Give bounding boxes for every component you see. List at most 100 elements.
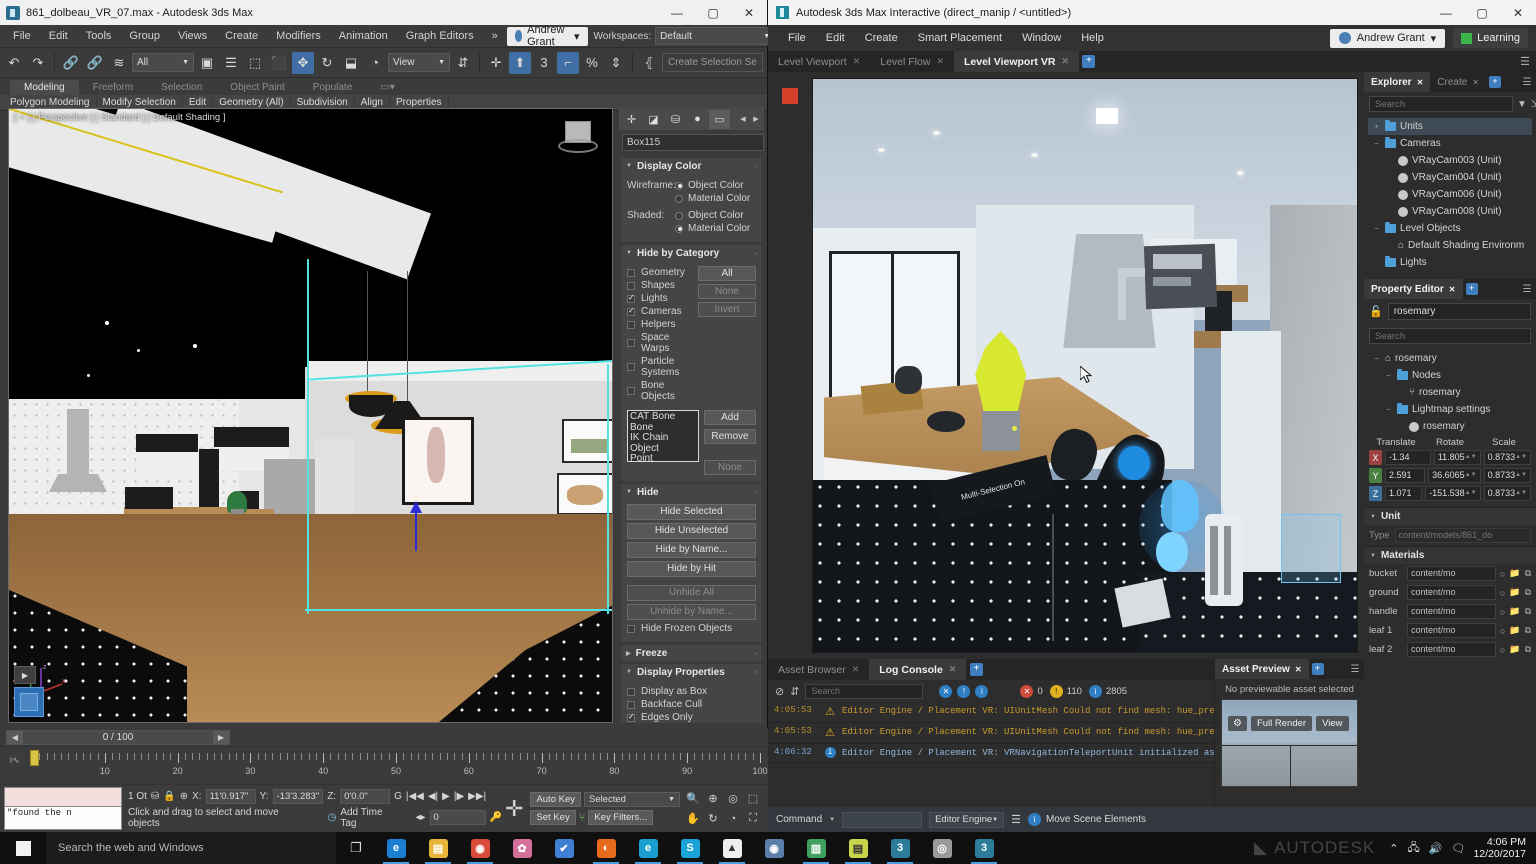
chk-lights[interactable]: [627, 293, 635, 303]
select-and-scale-icon[interactable]: ⬓: [340, 52, 362, 74]
button-unhide-by-name[interactable]: Unhide by Name...: [627, 604, 756, 620]
property-search-input[interactable]: [1369, 328, 1531, 344]
named-selection-icon[interactable]: ⇕: [605, 52, 627, 74]
spinner-icon[interactable]: ▲▼: [1515, 490, 1527, 496]
rollout-header-display-properties[interactable]: ▼ Display Properties ▫: [621, 664, 762, 680]
menu-modifiers[interactable]: Modifiers: [267, 25, 330, 48]
engine-select[interactable]: Editor Engine ▼: [929, 811, 1005, 828]
create-selection-set-field[interactable]: Create Selection Se: [662, 53, 763, 72]
prev-frame-icon[interactable]: ◀: [7, 730, 23, 744]
y-coordinate-field[interactable]: -13'3.283": [272, 788, 324, 804]
bind-spacewarp-icon[interactable]: ≋: [108, 52, 130, 74]
maxscript-input[interactable]: [4, 787, 122, 807]
close-icon[interactable]: ✕: [853, 56, 861, 67]
close-icon[interactable]: ✕: [949, 664, 957, 675]
clear-log-icon[interactable]: ⊘: [775, 685, 784, 698]
chk-display-as-box[interactable]: [627, 687, 635, 696]
list-icon[interactable]: ☰: [1011, 813, 1021, 826]
add-panel-button[interactable]: +: [1463, 279, 1481, 299]
shaded-material-color-radio[interactable]: [675, 224, 683, 233]
menu-animation[interactable]: Animation: [330, 25, 397, 48]
spinner-icon[interactable]: ▲▼: [1465, 490, 1477, 496]
display-tab-icon[interactable]: ▭: [709, 109, 730, 129]
open-external-icon[interactable]: ⧉: [1525, 644, 1531, 655]
tree-item[interactable]: Lights: [1368, 254, 1532, 271]
menu-file[interactable]: File: [4, 25, 40, 48]
key-filters-button[interactable]: Key Filters...: [588, 810, 654, 825]
unit-type-value[interactable]: content/models/861_do: [1394, 528, 1531, 543]
add-panel-button[interactable]: +: [1486, 72, 1504, 92]
button-unhide-all[interactable]: Unhide All: [627, 585, 756, 601]
add-tab-button[interactable]: +: [1078, 51, 1099, 72]
translate-x-field[interactable]: -1.34: [1385, 450, 1431, 465]
menu-edit[interactable]: Edit: [816, 25, 855, 51]
selection-lock-icon[interactable]: ⛁: [151, 791, 159, 802]
menu-edit[interactable]: Edit: [40, 25, 77, 48]
taskbar-app-skype[interactable]: S: [670, 832, 710, 864]
pin-icon[interactable]: ▫: [754, 249, 757, 258]
explorer-menu-icon[interactable]: ☰: [1518, 72, 1536, 92]
browse-folder-icon[interactable]: 📁: [1509, 644, 1520, 655]
close-button[interactable]: ✕: [731, 0, 767, 25]
tree-expander-icon[interactable]: −: [1384, 371, 1393, 380]
tree-expander-icon[interactable]: −: [1372, 354, 1381, 363]
taskbar-app-app-check[interactable]: ✔: [544, 832, 584, 864]
chk-cameras[interactable]: [627, 306, 635, 316]
close-button[interactable]: ✕: [1500, 0, 1536, 25]
log-search-input[interactable]: [805, 683, 924, 699]
rotate-z-field[interactable]: -151.538 ▲▼: [1425, 486, 1481, 501]
property-tree-item[interactable]: ⑂ rosemary: [1368, 384, 1532, 401]
chk-helpers[interactable]: [627, 320, 635, 329]
tab-level-viewport[interactable]: Level Viewport ✕: [768, 51, 871, 72]
selection-filter-select[interactable]: All ▼: [132, 53, 194, 72]
property-tree-item[interactable]: − Lightmap settings: [1368, 401, 1532, 418]
tab-log-console[interactable]: Log Console ✕: [869, 659, 967, 680]
taskbar-app-photos[interactable]: ▥: [796, 832, 836, 864]
ribbon-tab-object-paint[interactable]: Object Paint: [216, 80, 298, 95]
chevron-down-icon[interactable]: ▼: [829, 817, 835, 823]
tree-item[interactable]: − Level Objects: [1368, 220, 1532, 237]
tab-create[interactable]: Create ✕: [1430, 72, 1486, 92]
close-icon[interactable]: ✕: [1295, 665, 1302, 674]
taskbar-app-max-1[interactable]: 3: [880, 832, 920, 864]
list-item[interactable]: CAT Bone: [630, 411, 696, 423]
menu-file[interactable]: File: [778, 25, 816, 51]
property-tree-item[interactable]: rosemary: [1368, 418, 1532, 434]
rotate-y-field[interactable]: 36.6065 ▲▼: [1428, 468, 1481, 483]
spinner-snap-icon[interactable]: ⌐: [557, 51, 579, 74]
filter-icon[interactable]: ▼: [1517, 99, 1527, 110]
pin-icon[interactable]: ▫: [754, 649, 757, 658]
button-none-2[interactable]: None: [704, 460, 756, 475]
minimize-button[interactable]: —: [1428, 0, 1464, 25]
open-external-icon[interactable]: ⧉: [1525, 606, 1531, 617]
chk-backface-cull[interactable]: [627, 700, 635, 709]
tab-explorer[interactable]: Explorer ✕: [1364, 72, 1431, 92]
select-by-name-icon[interactable]: ☰: [220, 52, 242, 74]
tab-level-flow[interactable]: Level Flow ✕: [870, 51, 954, 72]
category-listbox[interactable]: CAT Bone Bone IK Chain Object Point: [627, 410, 699, 462]
rotate-x-field[interactable]: 11.805 ▲▼: [1433, 450, 1481, 465]
section-unit[interactable]: ▼ Unit: [1364, 507, 1536, 525]
lock-icon[interactable]: 🔓: [1369, 305, 1383, 318]
ribbon-options-icon[interactable]: ▭▾: [366, 80, 408, 95]
taskbar-app-drive[interactable]: ▲: [712, 832, 752, 864]
property-editor-menu-icon[interactable]: ☰: [1518, 279, 1536, 299]
play-icon[interactable]: ▶: [442, 791, 450, 802]
set-key-filter-icon[interactable]: ⑂: [579, 812, 586, 824]
redo-icon[interactable]: ↷: [27, 52, 49, 74]
full-render-button[interactable]: Full Render: [1250, 716, 1313, 731]
track-bar[interactable]: i∿ 10 20 30 40 50 60 70 80 90 100: [0, 746, 768, 776]
key-link-icon[interactable]: 🔑: [490, 812, 502, 823]
close-icon[interactable]: ✕: [852, 664, 860, 675]
menu-graph-editors[interactable]: Graph Editors: [397, 25, 483, 48]
button-hide-by-name[interactable]: Hide by Name...: [627, 542, 756, 558]
spinner-icon[interactable]: ▲▼: [1465, 472, 1477, 478]
button-hide-selected[interactable]: Hide Selected: [627, 504, 756, 520]
property-tree[interactable]: − ⌂ rosemary − Nodes ⑂ rosemary − Lightmap setti…: [1364, 348, 1536, 434]
property-tree-item[interactable]: − Nodes: [1368, 367, 1532, 384]
translate-z-field[interactable]: 1.071: [1385, 486, 1423, 501]
tree-item[interactable]: VRayCam006 (Unit): [1368, 186, 1532, 203]
scale-z-field[interactable]: 0.8733 ▲▼: [1483, 486, 1531, 501]
pan-icon[interactable]: ✋: [684, 810, 702, 828]
select-link-icon[interactable]: 🔗: [60, 52, 82, 74]
